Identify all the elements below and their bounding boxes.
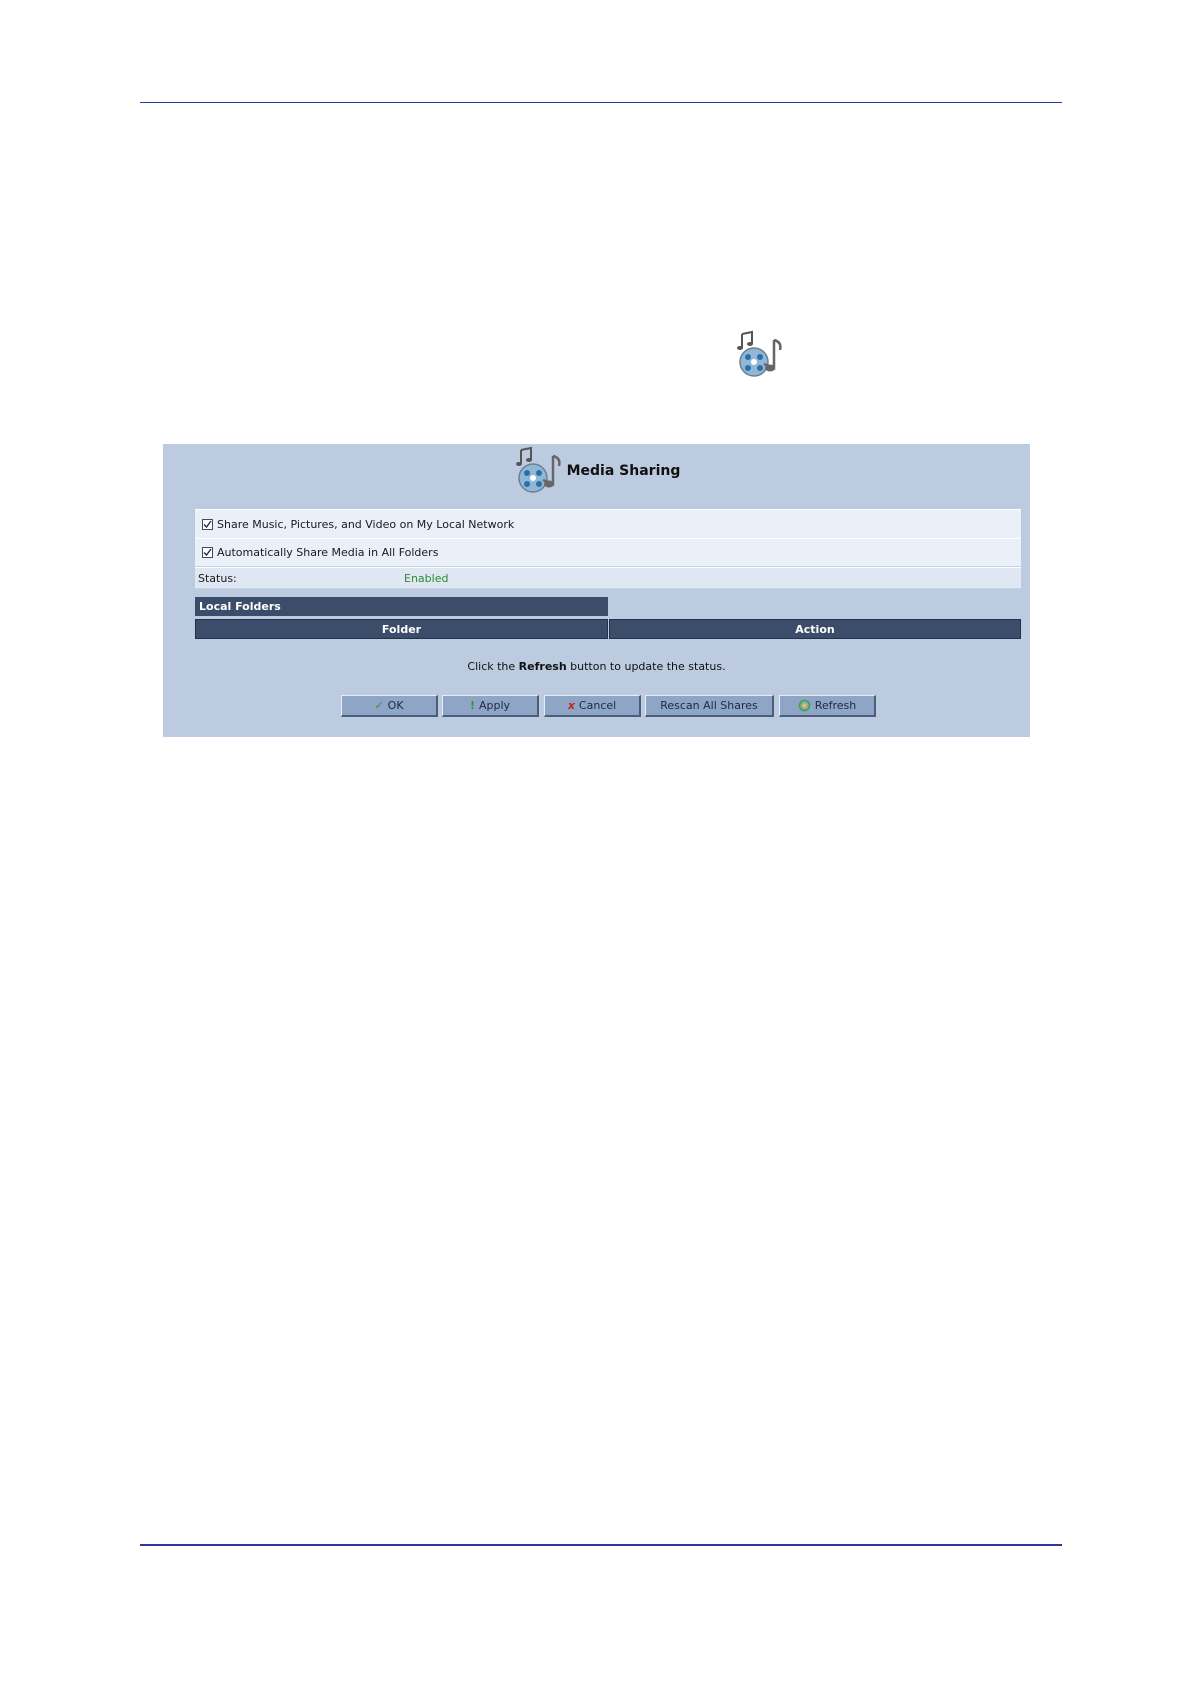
checkmark-icon [203,520,212,528]
refresh-label: Refresh [814,699,857,712]
status-label: Status: [198,571,237,585]
header-rule [140,102,1062,103]
cancel-label: Cancel [578,699,617,712]
status-value: Enabled [404,571,449,585]
media-sharing-icon [515,446,561,493]
auto-share-label: Automatically Share Media in All Folders [217,546,439,559]
check-icon: ✓ [374,699,384,712]
media-sharing-panel: Media Sharing Share Music, Pictures, and… [163,444,1030,737]
ok-button[interactable]: ✓ OK [341,695,438,717]
share-media-option[interactable]: Share Music, Pictures, and Video on My L… [195,509,1021,539]
exclamation-icon: ! [469,699,475,712]
hint-bold: Refresh [518,660,567,673]
refresh-hint: Click the Refresh button to update the s… [163,660,1030,673]
apply-label: Apply [478,699,511,712]
local-folders-title: Local Folders [195,597,608,616]
share-media-checkbox[interactable] [202,518,213,530]
auto-share-checkbox[interactable] [202,547,213,558]
checkmark-icon [203,548,212,557]
cancel-button[interactable]: x Cancel [544,695,641,717]
apply-button[interactable]: ! Apply [442,695,539,717]
auto-share-option[interactable]: Automatically Share Media in All Folders [195,538,1021,567]
x-icon: x [567,699,575,712]
refresh-button[interactable]: Refresh [779,695,876,717]
media-sharing-icon [737,330,782,377]
rescan-all-shares-button[interactable]: Rescan All Shares [645,695,774,717]
status-row: Status: Enabled [195,567,1021,589]
rescan-label: Rescan All Shares [660,699,758,712]
panel-header: Media Sharing [163,446,1030,496]
footer-rule [140,1544,1062,1546]
folder-column-header: Folder [195,619,608,639]
ok-label: OK [387,699,404,712]
share-media-label: Share Music, Pictures, and Video on My L… [217,517,515,531]
action-column-header: Action [609,619,1021,639]
panel-title: Media Sharing [566,463,681,479]
hint-suffix: button to update the status. [566,660,726,673]
hint-prefix: Click the [467,660,519,673]
refresh-icon [798,699,811,712]
